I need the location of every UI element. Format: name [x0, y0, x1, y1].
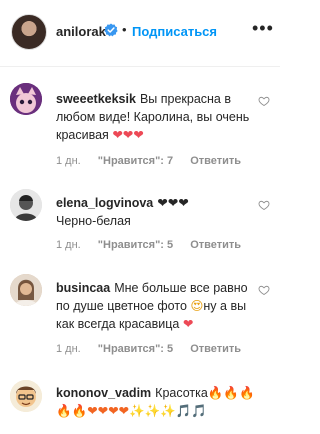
comment-item: kononov_vadim Красотка🔥🔥🔥 🔥🔥❤❤❤❤✨✨✨🎵🎵	[0, 380, 280, 434]
black-heart-emoji: ❤❤❤	[157, 195, 189, 210]
comment-likes[interactable]: "Нравится": 7	[98, 155, 173, 167]
comment-likes[interactable]: "Нравится": 5	[98, 239, 173, 251]
bw-portrait-icon	[10, 189, 42, 221]
commenter-avatar[interactable]	[10, 189, 42, 221]
post-header: anilorak • Подписаться •••	[0, 0, 280, 67]
verified-badge-icon	[104, 23, 118, 37]
heart-emoji: ❤	[182, 316, 194, 331]
follow-button[interactable]: Подписаться	[132, 24, 217, 39]
comment-time: 1 дн.	[56, 343, 81, 355]
comment-item: busincaa Мне больше все равно по душе цве…	[0, 274, 280, 364]
comment-text: busincaa Мне больше все равно по душе цве…	[56, 279, 252, 333]
comment-text: sweeetkeksik Вы прекрасна в любом виде! К…	[56, 90, 252, 144]
reply-button[interactable]: Ответить	[190, 343, 241, 355]
comment-body: Красотка	[155, 386, 208, 400]
commenter-username[interactable]: busincaa	[56, 281, 110, 295]
commenter-avatar[interactable]	[10, 83, 42, 115]
like-comment-heart-icon[interactable]	[258, 199, 270, 211]
comment-meta: 1 дн. "Нравится": 5 Ответить	[56, 239, 255, 251]
anime-avatar-icon	[10, 83, 42, 115]
commenter-username[interactable]: sweeetkeksik	[56, 92, 136, 106]
commenter-avatar[interactable]	[10, 274, 42, 306]
more-options-icon[interactable]: •••	[252, 18, 274, 39]
commenter-avatar[interactable]	[10, 380, 42, 412]
comment-time: 1 дн.	[56, 155, 81, 167]
comment-meta: 1 дн. "Нравится": 5 Ответить	[56, 343, 255, 355]
fire-heart-emoji: 🔥🔥❤❤❤❤	[56, 403, 130, 418]
comment-time: 1 дн.	[56, 239, 81, 251]
memoji-avatar-icon	[10, 380, 42, 412]
heart-emoji: ❤❤❤	[112, 127, 144, 142]
comment-meta: 1 дн. "Нравится": 7 Ответить	[56, 155, 255, 167]
comment-item: elena_logvinova ❤❤❤ Черно-белая 1 дн. "Нр…	[0, 189, 280, 259]
like-comment-heart-icon[interactable]	[258, 95, 270, 107]
fire-emoji: 🔥🔥🔥	[207, 385, 255, 400]
comment-item: sweeetkeksik Вы прекрасна в любом виде! К…	[0, 83, 280, 173]
commenter-username[interactable]: kononov_vadim	[56, 386, 151, 400]
comment-likes[interactable]: "Нравится": 5	[98, 343, 173, 355]
portrait-icon	[10, 274, 42, 306]
separator-dot: •	[122, 22, 127, 37]
like-comment-heart-icon[interactable]	[258, 284, 270, 296]
reply-button[interactable]: Ответить	[190, 239, 241, 251]
music-notes-emoji: 🎵🎵	[175, 403, 207, 418]
comment-body: Черно-белая	[56, 214, 131, 228]
comment-text: elena_logvinova ❤❤❤ Черно-белая	[56, 194, 252, 230]
reply-button[interactable]: Ответить	[190, 155, 241, 167]
sparkles-emoji: ✨✨✨	[129, 403, 176, 418]
author-username[interactable]: anilorak	[56, 24, 106, 39]
author-avatar[interactable]	[11, 14, 47, 50]
heart-eyes-emoji: 😍	[190, 298, 204, 313]
comment-text: kononov_vadim Красотка🔥🔥🔥 🔥🔥❤❤❤❤✨✨✨🎵🎵	[56, 384, 260, 420]
commenter-username[interactable]: elena_logvinova	[56, 196, 153, 210]
